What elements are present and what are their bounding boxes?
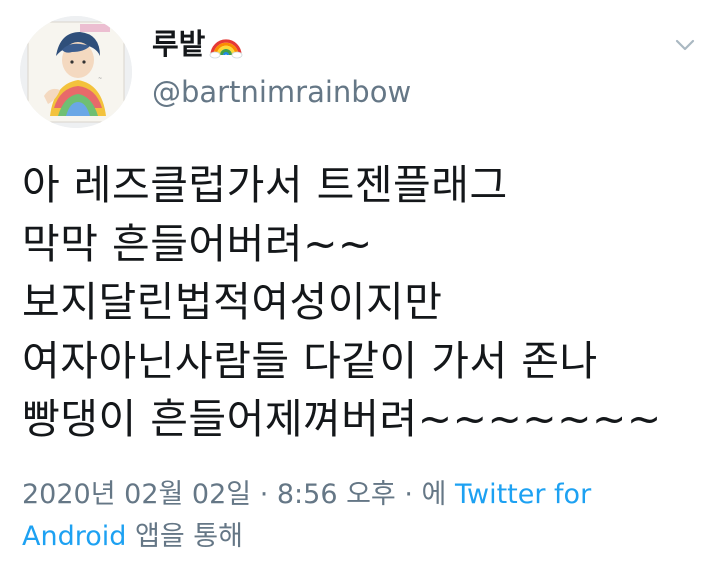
tweet-meta: 2020년 02월 02일 · 8:56 오후 · 에 Twitter for …: [22, 474, 702, 558]
avatar[interactable]: ~: [20, 16, 132, 128]
avatar-illustration: ~: [20, 16, 132, 128]
tweet-text-line: 막막 흔들어버려~~: [22, 219, 373, 268]
tweet-text-line: 아 레즈클럽가서 트젠플래그: [22, 161, 508, 209]
tweet-card: ~ 루밭 @bartnimrainbow 아 레즈클럽가서 트젠플래그 막막 흔…: [0, 0, 720, 564]
display-name[interactable]: 루밭: [152, 26, 411, 62]
meta-separator: ·: [251, 479, 277, 510]
tweet-text: 아 레즈클럽가서 트젠플래그 막막 흔들어버려~~ 보지달린법적여성이지만 여자…: [22, 156, 712, 449]
tweet-text-line: 보지달린법적여성이지만: [22, 278, 443, 326]
user-names: 루밭 @bartnimrainbow: [152, 26, 411, 110]
tweet-date[interactable]: 2020년 02월 02일: [22, 479, 251, 510]
svg-text:~: ~: [98, 76, 102, 82]
display-name-text[interactable]: 루밭: [152, 26, 205, 62]
rainbow-icon: [209, 29, 243, 59]
tweet-text-line: 여자아닌사람들 다같이 가서 존나: [22, 336, 598, 385]
meta-separator: ·: [395, 479, 422, 510]
user-handle[interactable]: @bartnimrainbow: [152, 74, 411, 110]
chevron-down-icon[interactable]: [674, 34, 696, 56]
tweet-time[interactable]: 8:56 오후: [277, 479, 396, 510]
tweet-text-line: 빵댕이 흔들어제껴버려~~~~~~~: [22, 395, 662, 443]
via-prefix: 에: [421, 479, 455, 510]
via-suffix: 앱을 통해: [126, 521, 243, 552]
